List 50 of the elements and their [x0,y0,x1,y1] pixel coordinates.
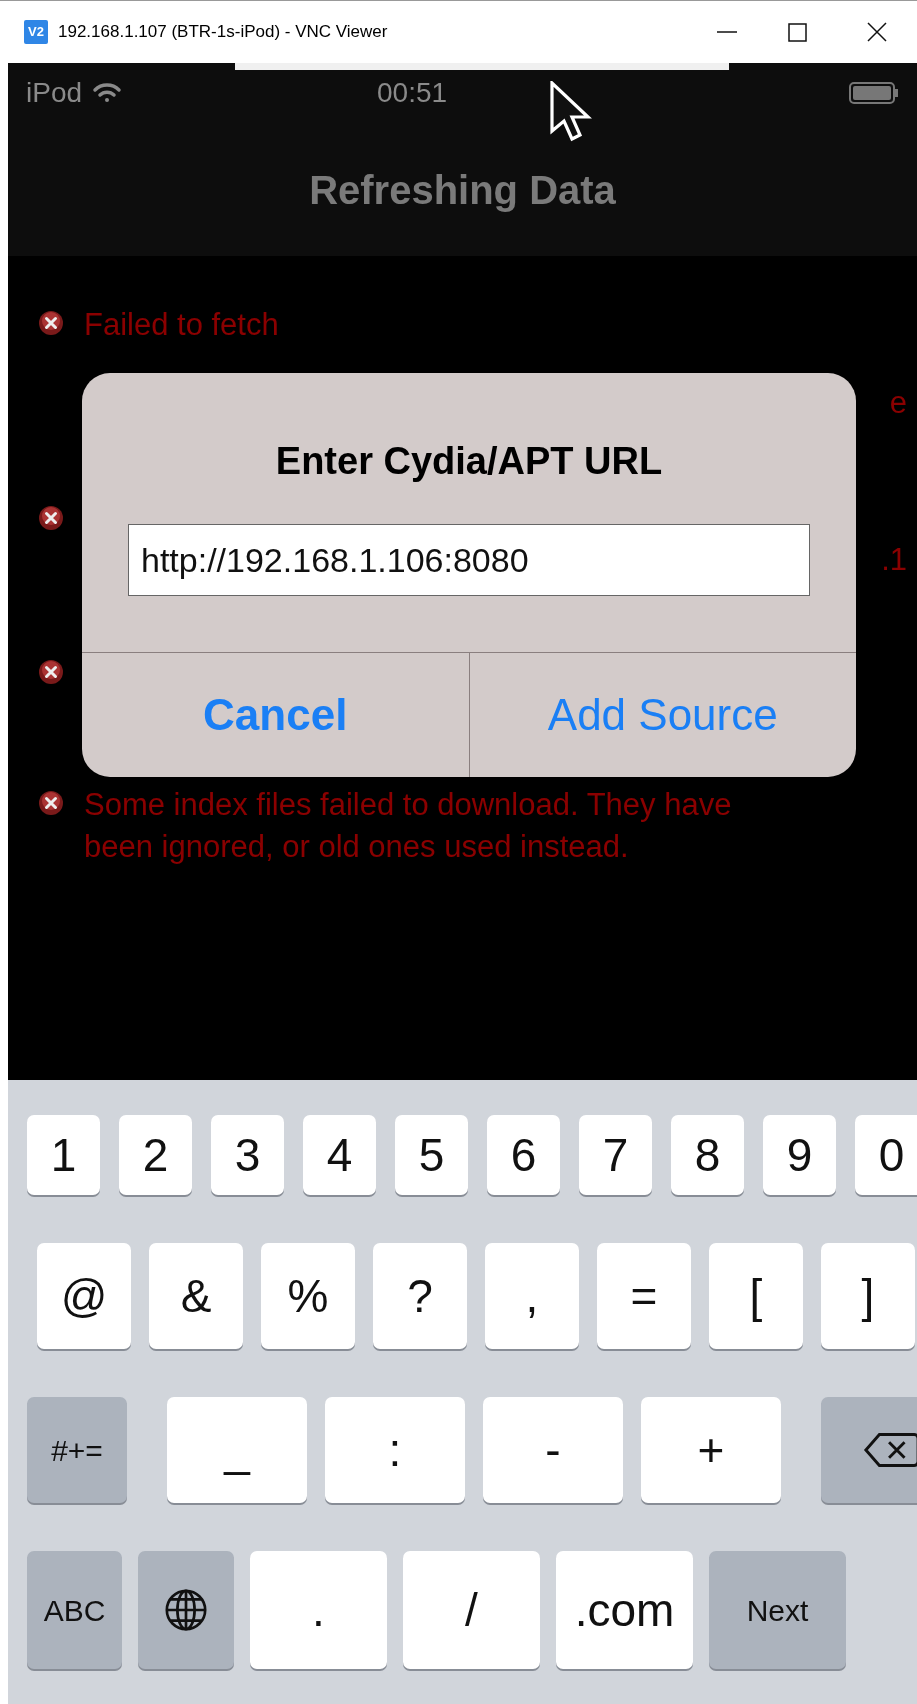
keyboard-key[interactable]: ] [821,1243,915,1349]
keyboard-key[interactable]: 5 [395,1115,468,1195]
globe-icon [163,1587,209,1633]
keyboard-key[interactable]: 2 [119,1115,192,1195]
error-icon [38,790,64,816]
error-icon [38,310,64,336]
keyboard-key[interactable]: [ [709,1243,803,1349]
error-icon [38,505,64,531]
keyboard-key[interactable]: 9 [763,1115,836,1195]
keyboard-key[interactable]: . [250,1551,387,1669]
keyboard-key[interactable]: _ [167,1397,307,1503]
keyboard-key[interactable]: , [485,1243,579,1349]
keyboard-key[interactable]: .com [556,1551,693,1669]
error-message: Failed to fetch [84,306,279,344]
keyboard-key[interactable]: 8 [671,1115,744,1195]
keyboard-key[interactable]: / [403,1551,540,1669]
toolbar-handle[interactable] [235,63,729,70]
status-time: 00:51 [377,76,448,110]
keyboard-key[interactable]: 7 [579,1115,652,1195]
keyboard-key[interactable]: 3 [211,1115,284,1195]
keyboard-key[interactable]: - [483,1397,623,1503]
backspace-icon [862,1430,917,1470]
keyboard-key[interactable]: @ [37,1243,131,1349]
keyboard-key[interactable]: ? [373,1243,467,1349]
keyboard-key[interactable]: 6 [487,1115,560,1195]
mouse-cursor-icon [550,81,592,143]
keyboard-key[interactable]: Next [709,1551,846,1669]
keyboard-key[interactable]: & [149,1243,243,1349]
wifi-icon [92,81,123,105]
keyboard-key[interactable]: 0 [855,1115,917,1195]
dialog-title: Enter Cydia/APT URL [275,439,663,484]
keyboard-key[interactable]: % [261,1243,355,1349]
keyboard-key[interactable]: 4 [303,1115,376,1195]
keyboard-key[interactable]: = [597,1243,691,1349]
keyboard-key[interactable]: 1 [27,1115,100,1195]
error-icon [38,659,64,685]
globe-key[interactable] [138,1551,234,1669]
battery-icon [849,81,899,105]
error-message: Some index files failed to download. They have been ignored, or old ones used instead. [84,786,733,866]
carrier-label: iPod [26,76,83,110]
keyboard-key[interactable]: ABC [27,1551,122,1669]
error-message-fragment: e [889,384,907,422]
navigation-title: Refreshing Data [309,166,616,214]
keyboard-key[interactable]: #+= [27,1397,127,1503]
keyboard-key[interactable]: : [325,1397,465,1503]
window-title: 192.168.1.107 (BTR-1s-iPod) - VNC Viewer [58,21,388,44]
app-icon: V2 [24,20,48,44]
error-message-fragment: .1 [881,541,907,579]
keyboard-key[interactable]: + [641,1397,781,1503]
url-input-field[interactable]: http://192.168.1.106:8080 [128,524,810,596]
